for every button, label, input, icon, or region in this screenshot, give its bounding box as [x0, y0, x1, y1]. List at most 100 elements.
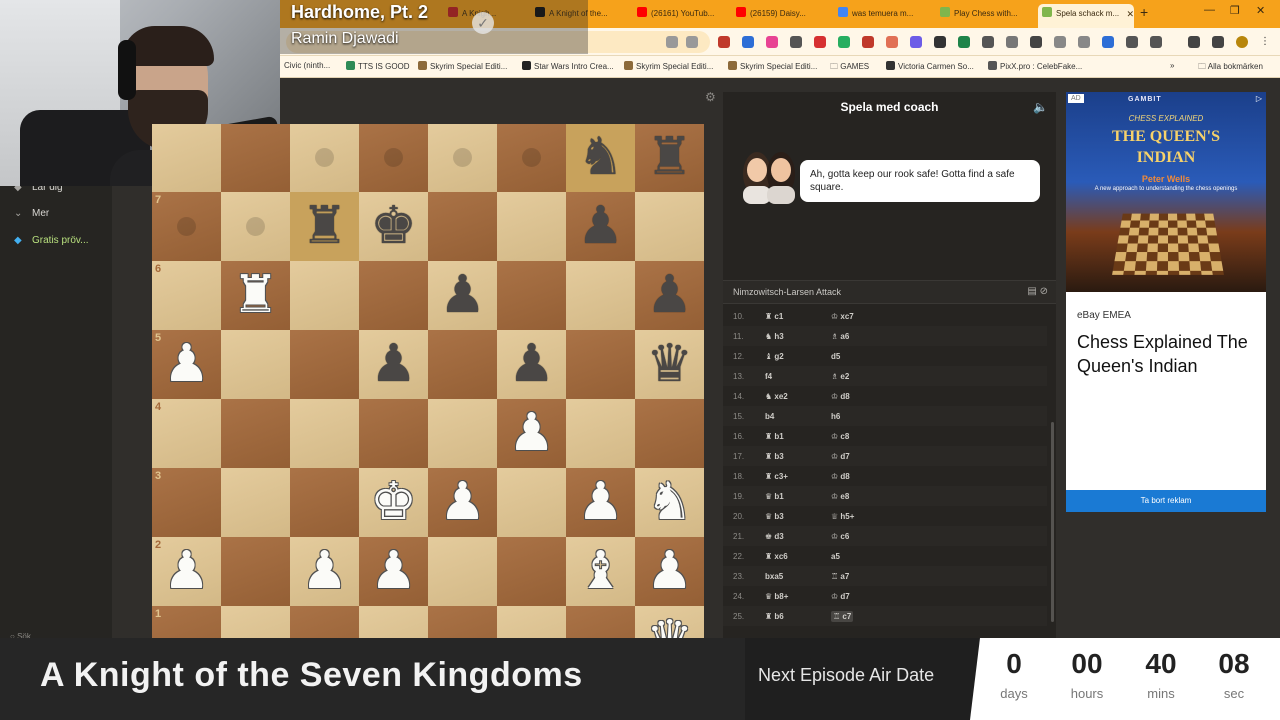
- board-square[interactable]: [566, 261, 635, 330]
- board-square[interactable]: ♟: [566, 192, 635, 261]
- white-move[interactable]: f4: [765, 372, 772, 381]
- legal-move-dot[interactable]: [315, 148, 334, 167]
- board-square[interactable]: [290, 399, 359, 468]
- board-square[interactable]: ♞: [566, 124, 635, 192]
- bookmarks-overflow[interactable]: »: [1170, 61, 1174, 70]
- board-square[interactable]: ♟: [497, 330, 566, 399]
- bookmark-folder[interactable]: 🗀 GAMES: [830, 61, 869, 75]
- board-square[interactable]: 7: [152, 192, 221, 261]
- board-square[interactable]: ♚: [359, 468, 428, 537]
- minimize-icon[interactable]: —: [1204, 4, 1215, 16]
- black-move[interactable]: ♕ h5+: [831, 512, 854, 521]
- book-icon[interactable]: ▤: [1027, 286, 1036, 297]
- maximize-icon[interactable]: ❐: [1230, 4, 1240, 17]
- white-pawn-icon[interactable]: ♟: [359, 537, 428, 606]
- browser-tab[interactable]: (26159) Daisy...: [736, 4, 824, 24]
- bookmark[interactable]: Star Wars Intro Crea...: [522, 61, 614, 71]
- board-square[interactable]: ♟: [635, 261, 704, 330]
- board-square[interactable]: ♜: [635, 124, 704, 192]
- white-pawn-icon[interactable]: ♟: [152, 537, 221, 606]
- board-square[interactable]: [497, 261, 566, 330]
- white-queen-icon[interactable]: ♛: [635, 606, 704, 638]
- sidebar-item-more[interactable]: ⌄ Mer: [14, 208, 49, 219]
- close-window-icon[interactable]: ✕: [1256, 4, 1265, 17]
- board-square[interactable]: [290, 330, 359, 399]
- extension-icon[interactable]: [1006, 36, 1018, 48]
- board-square[interactable]: [221, 330, 290, 399]
- black-move[interactable]: ♔ d8: [831, 392, 850, 401]
- board-square[interactable]: [428, 192, 497, 261]
- white-move[interactable]: ♜ b3: [765, 452, 784, 461]
- board-square[interactable]: ♟: [290, 537, 359, 606]
- black-pawn-icon[interactable]: ♟: [428, 261, 497, 330]
- black-move[interactable]: ♗ e2: [831, 372, 849, 381]
- black-knight-icon[interactable]: ♞: [566, 124, 635, 192]
- extension-icon[interactable]: [910, 36, 922, 48]
- extension-icon[interactable]: [982, 36, 994, 48]
- browser-tab-active[interactable]: Spela schack m... ✕: [1038, 4, 1134, 28]
- white-move[interactable]: ♛ b8+: [765, 592, 788, 601]
- bookmark[interactable]: Skyrim Special Editi...: [418, 61, 507, 71]
- extension-icon[interactable]: [958, 36, 970, 48]
- black-move[interactable]: d5: [831, 352, 840, 361]
- legal-move-dot[interactable]: [246, 217, 265, 236]
- all-bookmarks[interactable]: 🗀 Alla bokmärken: [1198, 61, 1263, 75]
- browser-tab[interactable]: (26161) YouTub...: [637, 4, 725, 24]
- board-square[interactable]: [221, 537, 290, 606]
- extension-icon[interactable]: [1102, 36, 1114, 48]
- white-pawn-icon[interactable]: ♟: [566, 468, 635, 537]
- bookmark[interactable]: Civic (ninth...: [284, 61, 330, 70]
- board-square[interactable]: ♛: [635, 330, 704, 399]
- board-square[interactable]: ♟: [566, 468, 635, 537]
- board-square[interactable]: [359, 261, 428, 330]
- extension-icon[interactable]: [1078, 36, 1090, 48]
- board-square[interactable]: [359, 399, 428, 468]
- black-move[interactable]: ♔ d7: [831, 592, 850, 601]
- ad-panel[interactable]: AD ▷ GAMBIT CHESS EXPLAINED THE QUEEN'S I…: [1066, 92, 1266, 512]
- white-bishop-icon[interactable]: ♝: [566, 537, 635, 606]
- board-square[interactable]: ♟: [359, 537, 428, 606]
- board-square[interactable]: [290, 261, 359, 330]
- board-square[interactable]: [635, 399, 704, 468]
- white-move[interactable]: ♜ b6: [765, 612, 784, 621]
- profile-avatar[interactable]: [1236, 36, 1248, 48]
- black-queen-icon[interactable]: ♛: [635, 330, 704, 399]
- black-move[interactable]: a5: [831, 552, 840, 561]
- black-move[interactable]: ♗ a6: [831, 332, 849, 341]
- black-move[interactable]: ♖ a7: [831, 572, 849, 581]
- white-move[interactable]: ♜ c1: [765, 312, 783, 321]
- board-square[interactable]: [566, 606, 635, 638]
- black-move[interactable]: ♔ xc7: [831, 312, 854, 321]
- white-pawn-icon[interactable]: ♟: [497, 399, 566, 468]
- board-square[interactable]: [428, 124, 497, 192]
- speaker-icon[interactable]: 🔈: [1033, 100, 1048, 114]
- white-pawn-icon[interactable]: ♟: [290, 537, 359, 606]
- legal-move-dot[interactable]: [522, 148, 541, 167]
- chess-board[interactable]: ♞♜7♜♚♟6♜♟♟5♟♟♟♛4♟3♚♟♟♞2♟♟♟♝♟1♛: [152, 124, 704, 638]
- white-move[interactable]: ♞ h3: [765, 332, 784, 341]
- board-square[interactable]: ♟: [635, 537, 704, 606]
- black-rook-icon[interactable]: ♜: [635, 124, 704, 192]
- board-square[interactable]: [221, 606, 290, 638]
- board-square[interactable]: [221, 192, 290, 261]
- white-move[interactable]: ♜ xc6: [765, 552, 788, 561]
- board-square[interactable]: 3: [152, 468, 221, 537]
- board-settings-icon[interactable]: ⚙: [705, 90, 716, 104]
- board-square[interactable]: 4: [152, 399, 221, 468]
- white-move[interactable]: ♛ b1: [765, 492, 784, 501]
- board-square[interactable]: [359, 606, 428, 638]
- board-square[interactable]: ♜: [290, 192, 359, 261]
- black-move[interactable]: ♔ d8: [831, 472, 850, 481]
- board-square[interactable]: ♞: [635, 468, 704, 537]
- black-move[interactable]: ♔ c8: [831, 432, 849, 441]
- extension-icon[interactable]: [1030, 36, 1042, 48]
- black-rook-icon[interactable]: ♜: [290, 192, 359, 261]
- bookmark[interactable]: PixX.pro : CelebFake...: [988, 61, 1082, 71]
- black-move[interactable]: ♔ c6: [831, 532, 849, 541]
- board-square[interactable]: ♟: [428, 468, 497, 537]
- white-move[interactable]: ♝ g2: [765, 352, 784, 361]
- download-icon[interactable]: [1188, 36, 1200, 48]
- extension-icon[interactable]: [790, 36, 802, 48]
- board-square[interactable]: [497, 537, 566, 606]
- browser-tab[interactable]: was temuera m...: [838, 4, 926, 24]
